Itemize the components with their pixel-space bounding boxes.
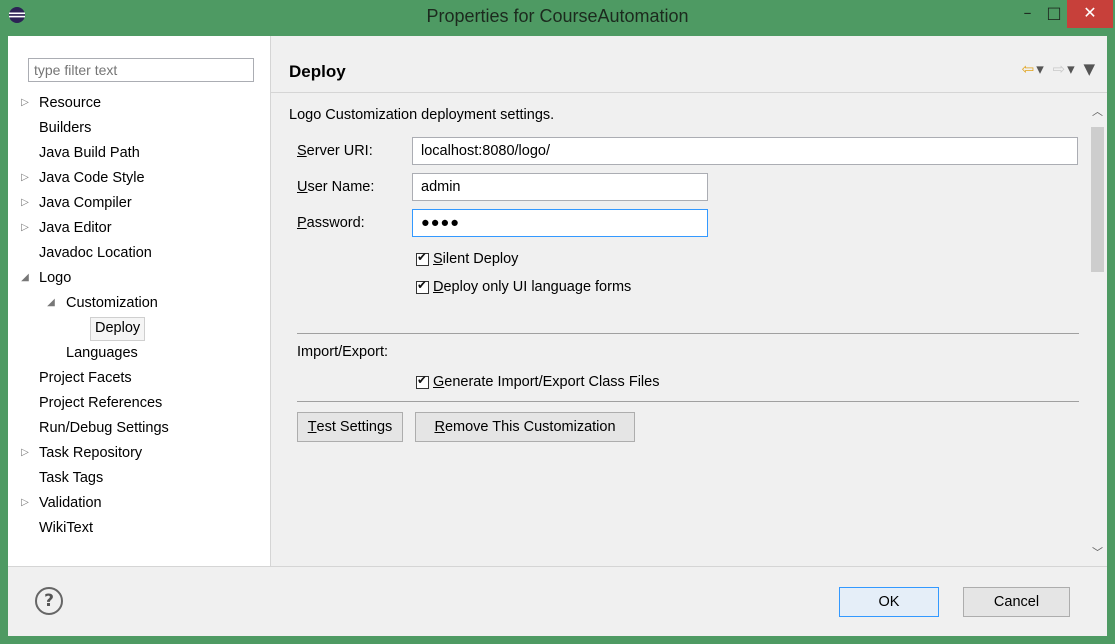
tree-item-builders[interactable]: Builders [8, 117, 269, 139]
page-header: Deploy ⇦▾ ⇨▾ ▼ [271, 36, 1107, 93]
tree-item-label: WikiText [39, 520, 93, 536]
tree-item-label: Project Facets [39, 370, 132, 386]
expanded-arrow-icon[interactable]: ◢ [18, 267, 32, 289]
chevron-up-icon[interactable]: ︿ [1088, 103, 1107, 119]
tree-item-project-facets[interactable]: Project Facets [8, 367, 269, 389]
tree-item-resource[interactable]: ▷ Resource [8, 92, 269, 114]
tree-item-java-editor[interactable]: ▷ Java Editor [8, 217, 269, 239]
server-uri-label: Server URI: [297, 143, 373, 159]
tree-item-label: Javadoc Location [39, 245, 152, 261]
generate-files-checkbox[interactable]: Generate Import/Export Class Files [416, 373, 660, 390]
collapsed-arrow-icon[interactable]: ▷ [18, 92, 32, 114]
collapsed-arrow-icon[interactable]: ▷ [18, 192, 32, 214]
tree-item-label: Java Code Style [39, 170, 145, 186]
page-title: Deploy [289, 62, 346, 81]
tree-item-java-compiler[interactable]: ▷ Java Compiler [8, 192, 269, 214]
tree-item-logo[interactable]: ◢ Logo [8, 267, 269, 289]
tree-item-label: Languages [66, 345, 138, 361]
checkbox-box[interactable] [416, 250, 429, 266]
tree-item-project-references[interactable]: Project References [8, 392, 269, 414]
tree-item-task-repository[interactable]: ▷ Task Repository [8, 442, 269, 464]
user-name-field[interactable] [412, 173, 708, 201]
silent-deploy-checkbox[interactable]: Silent Deploy [416, 250, 519, 267]
history-nav: ⇦▾ ⇨▾ ▼ [1022, 60, 1097, 78]
tree-item-languages[interactable]: Languages [8, 342, 269, 364]
category-pane: ▷ Resource Builders Java Build Path ▷ Java Co… [8, 36, 271, 566]
tree-item-label: Project References [39, 395, 163, 411]
collapsed-arrow-icon[interactable]: ▷ [18, 492, 32, 514]
footer-separator [8, 566, 1107, 567]
forward-dropdown-icon[interactable]: ▾ [1067, 60, 1077, 78]
checkbox-box[interactable] [416, 278, 429, 294]
tree-item-label: Task Repository [39, 445, 143, 461]
maximize-button[interactable]: □ [1041, 0, 1067, 28]
tree-item-label: Logo [39, 270, 72, 286]
page-content: Logo Customization deployment settings. … [271, 93, 1107, 566]
dialog-client-area: ▷ Resource Builders Java Build Path ▷ Java Co… [8, 36, 1107, 636]
checkbox-box[interactable] [416, 373, 429, 389]
test-settings-button[interactable]: Test Settings [297, 412, 403, 442]
filter-input[interactable] [28, 58, 254, 82]
user-name-label: User Name: [297, 179, 375, 195]
vertical-scrollbar[interactable]: ︿ ﹀ [1088, 93, 1107, 566]
section-separator [297, 333, 1079, 334]
tree-item-label: Java Compiler [39, 195, 132, 211]
tree-item-label: Run/Debug Settings [39, 420, 169, 436]
window-title: Properties for CourseAutomation [426, 6, 689, 26]
tree-item-customization[interactable]: ◢ Customization [8, 292, 269, 314]
back-arrow-icon[interactable]: ⇦ [1022, 60, 1037, 78]
tree-item-label: Java Build Path [39, 145, 140, 161]
tree-item-label: Deploy [90, 317, 146, 341]
cancel-button[interactable]: Cancel [963, 587, 1070, 617]
page-description: Logo Customization deployment settings. [289, 107, 555, 123]
password-field[interactable] [412, 209, 708, 237]
server-uri-field[interactable] [412, 137, 1078, 165]
tree-item-java-build-path[interactable]: Java Build Path [8, 142, 269, 164]
expanded-arrow-icon[interactable]: ◢ [44, 292, 58, 314]
collapsed-arrow-icon[interactable]: ▷ [18, 217, 32, 239]
tree-item-label: Validation [39, 495, 102, 511]
tree-item-validation[interactable]: ▷ Validation [8, 492, 269, 514]
section-separator [297, 401, 1079, 402]
collapsed-arrow-icon[interactable]: ▷ [18, 167, 32, 189]
tree-item-deploy[interactable]: Deploy [8, 317, 269, 341]
tree-item-javadoc-location[interactable]: Javadoc Location [8, 242, 269, 264]
tree-item-java-code-style[interactable]: ▷ Java Code Style [8, 167, 269, 189]
minimize-button[interactable]: – [1014, 0, 1041, 28]
deploy-ui-only-checkbox[interactable]: Deploy only UI language forms [416, 278, 632, 295]
tree-item-label: Task Tags [39, 470, 104, 486]
close-button[interactable]: ✕ [1067, 0, 1113, 28]
silent-deploy-label: Silent Deploy [433, 251, 519, 267]
back-dropdown-icon[interactable]: ▾ [1036, 60, 1046, 78]
title-bar[interactable]: Properties for CourseAutomation – □ ✕ [0, 0, 1115, 36]
tree-item-task-tags[interactable]: Task Tags [8, 467, 269, 489]
import-export-label: Import/Export: [297, 344, 389, 360]
chevron-down-icon[interactable]: ﹀ [1088, 544, 1107, 560]
tree-item-run-debug-settings[interactable]: Run/Debug Settings [8, 417, 269, 439]
help-icon[interactable]: ? [35, 587, 63, 615]
properties-dialog: Properties for CourseAutomation – □ ✕ ▷ R… [0, 0, 1115, 644]
tree-item-wikitext[interactable]: WikiText [8, 517, 269, 539]
generate-files-label: Generate Import/Export Class Files [433, 374, 660, 390]
tree-item-label: Builders [39, 120, 92, 136]
ok-button[interactable]: OK [839, 587, 939, 617]
tree-item-label: Java Editor [39, 220, 112, 236]
remove-customization-button[interactable]: Remove This Customization [415, 412, 635, 442]
forward-arrow-icon[interactable]: ⇨ [1053, 60, 1068, 78]
view-menu-icon[interactable]: ▼ [1083, 60, 1097, 78]
tree-item-label: Customization [66, 295, 158, 311]
collapsed-arrow-icon[interactable]: ▷ [18, 442, 32, 464]
scrollbar-thumb[interactable] [1091, 127, 1104, 272]
deploy-ui-only-label: Deploy only UI language forms [433, 279, 632, 295]
tree-item-label: Resource [39, 95, 102, 111]
password-label: Password: [297, 215, 365, 231]
